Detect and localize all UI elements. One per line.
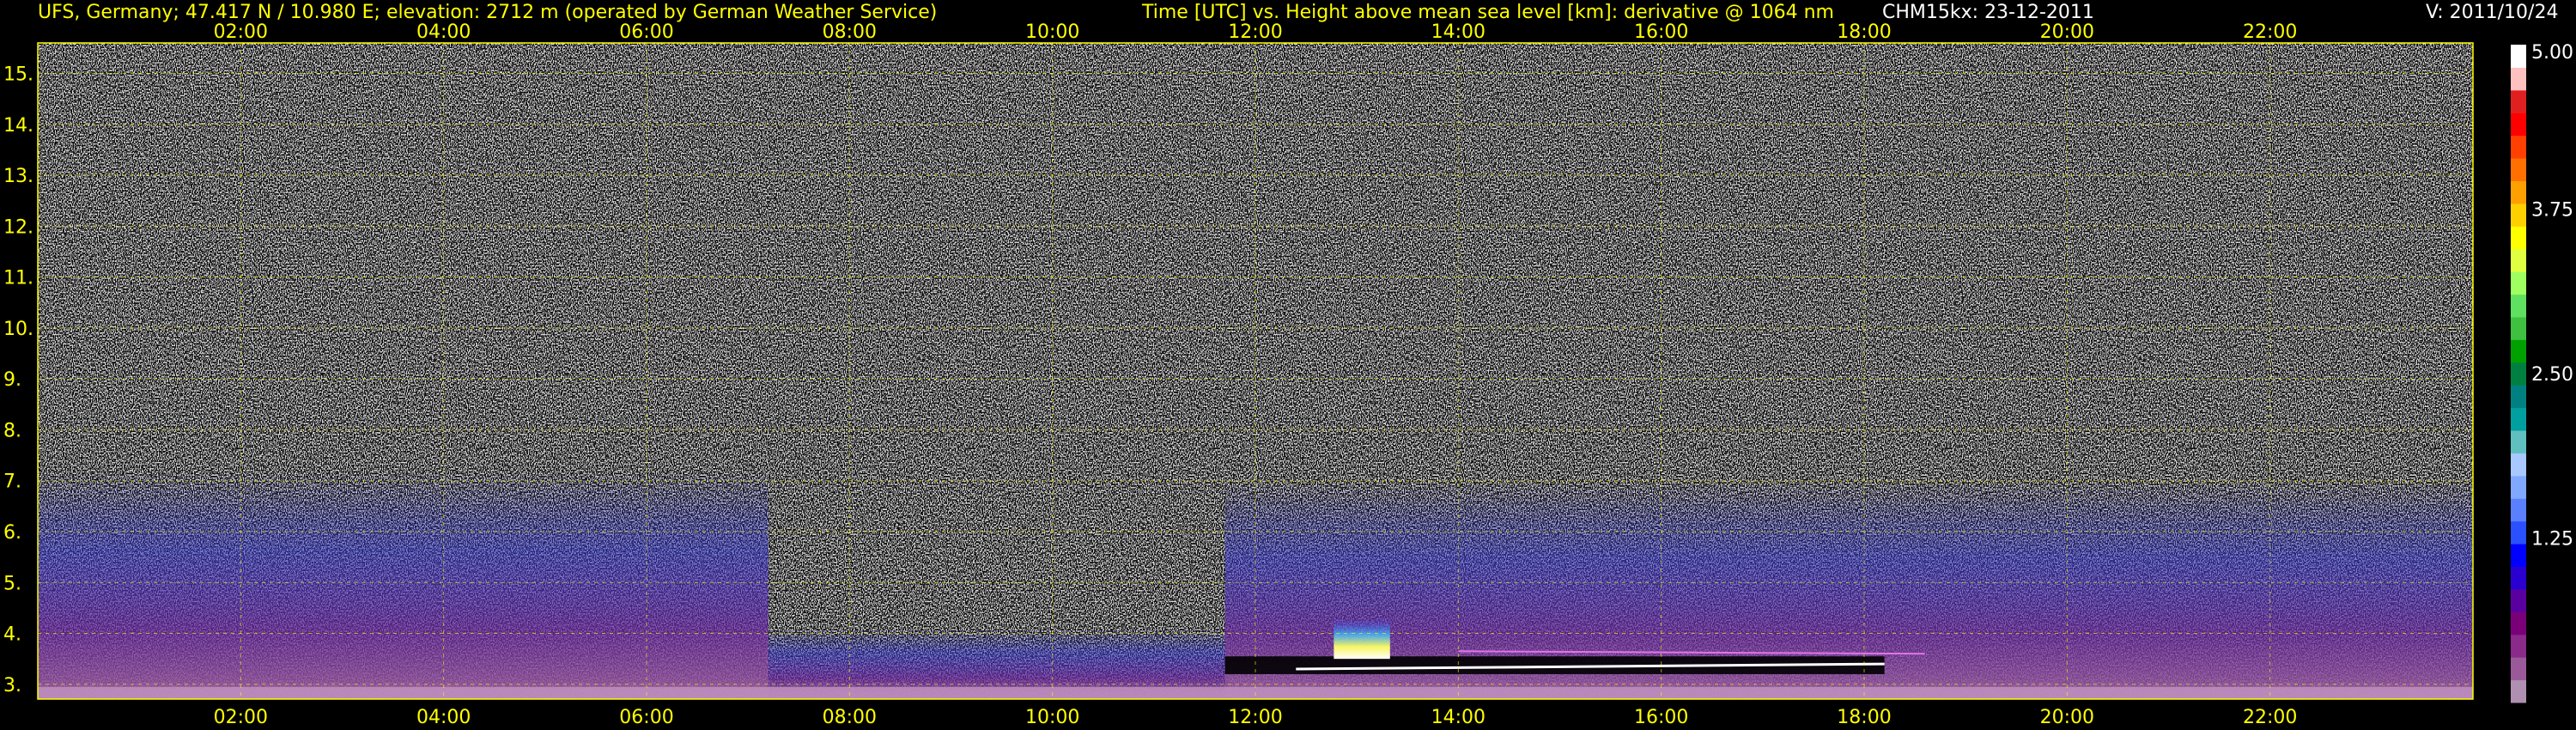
y-tick-label: 7.	[3, 471, 21, 493]
colorbar-segment	[2511, 339, 2526, 363]
x-tick-label-top: 10:00	[1025, 21, 1079, 43]
bright-core	[1334, 617, 1390, 660]
colorbar-segment	[2511, 113, 2526, 137]
y-tick-label: 5.	[3, 573, 21, 594]
colorbar-segment	[2511, 520, 2526, 544]
y-tick-label: 8.	[3, 420, 21, 441]
x-axis-top: 02:00 04:00 06:00 08:00 10:00 12:00 14:00 16:00…	[214, 21, 2298, 43]
x-tick-label-bottom: 14:00	[1431, 707, 1485, 728]
x-tick-label-top: 08:00	[823, 21, 877, 43]
y-tick-label: 14.	[3, 115, 33, 137]
colorbar-segment	[2511, 475, 2526, 499]
x-tick-label-bottom: 06:00	[619, 707, 673, 728]
header-description: Time [UTC] vs. Height above mean sea lev…	[1141, 2, 1834, 23]
x-tick-label-top: 12:00	[1228, 21, 1282, 43]
y-tick-label: 13.	[3, 166, 33, 187]
x-tick-label-bottom: 08:00	[823, 707, 877, 728]
x-tick-label-bottom: 12:00	[1228, 707, 1282, 728]
x-tick-label-top: 02:00	[214, 21, 268, 43]
x-tick-label-bottom: 18:00	[1837, 707, 1891, 728]
colorbar-segment	[2511, 679, 2526, 703]
x-tick-label-bottom: 16:00	[1634, 707, 1688, 728]
y-axis: 3. 4. 5. 6. 7. 8. 9. 10. 11. 12. 13. 14. 15.	[3, 64, 33, 697]
x-tick-label-top: 14:00	[1431, 21, 1485, 43]
colorbar-segment	[2511, 180, 2526, 204]
x-tick-label-top: 06:00	[619, 21, 673, 43]
ceilometer-chart: UFS, Germany; 47.417 N / 10.980 E; eleva…	[3, 2, 2573, 728]
y-tick-label: 11.	[3, 268, 33, 289]
colorbar-segment	[2511, 67, 2526, 91]
colorbar-segment	[2511, 407, 2526, 431]
header-station: UFS, Germany; 47.417 N / 10.980 E; eleva…	[38, 2, 937, 23]
colorbar-segment	[2511, 89, 2526, 113]
plot-area	[38, 43, 2473, 699]
x-tick-label-top: 18:00	[1837, 21, 1891, 43]
colorbar-segment	[2511, 498, 2526, 522]
colorbar-tick-label: 1.25	[2531, 529, 2573, 551]
colorbar-tick-label: 5.00	[2531, 42, 2573, 64]
x-tick-label-bottom: 20:00	[2040, 707, 2094, 728]
colorbar-segment	[2511, 135, 2526, 159]
colorbar-segment	[2511, 316, 2526, 340]
colorbar-segment	[2511, 45, 2526, 68]
colorbar-segment	[2511, 588, 2526, 612]
x-axis-bottom: 02:00 04:00 06:00 08:00 10:00 12:00 14:00 16:00…	[214, 707, 2298, 728]
colorbar-segment	[2511, 385, 2526, 409]
colorbar-segment	[2511, 362, 2526, 386]
colorbar-segment	[2511, 248, 2526, 272]
x-tick-label-bottom: 10:00	[1025, 707, 1079, 728]
colorbar-segment	[2511, 294, 2526, 318]
colorbar-tick-label: 2.50	[2531, 364, 2573, 386]
colorbar-segment	[2511, 634, 2526, 658]
y-tick-label: 4.	[3, 624, 21, 646]
colorbar-segment	[2511, 566, 2526, 590]
y-tick-label: 10.	[3, 319, 33, 340]
x-tick-label-bottom: 04:00	[416, 707, 471, 728]
colorbar-tick-label: 3.75	[2531, 200, 2573, 222]
x-tick-label-top: 22:00	[2243, 21, 2297, 43]
colorbar-segment	[2511, 158, 2526, 181]
x-tick-label-bottom: 02:00	[214, 707, 268, 728]
x-tick-label-top: 16:00	[1634, 21, 1688, 43]
colorbar: 5.00 3.75 2.50 1.25	[2511, 42, 2573, 703]
y-tick-label: 3.	[3, 675, 21, 697]
colorbar-segment	[2511, 271, 2526, 295]
colorbar-segment	[2511, 657, 2526, 681]
aerosol-band-early	[38, 470, 769, 699]
colorbar-segment	[2511, 611, 2526, 636]
x-tick-label-top: 20:00	[2040, 21, 2094, 43]
y-tick-label: 15.	[3, 64, 33, 86]
colorbar-segment	[2511, 544, 2526, 568]
colorbar-segment	[2511, 453, 2526, 477]
header-version: V: 2011/10/24	[2426, 2, 2558, 23]
header-instrument: CHM15kx: 23-12-2011	[1882, 2, 2094, 23]
y-tick-label: 12.	[3, 216, 33, 238]
x-tick-label-top: 04:00	[416, 21, 471, 43]
y-tick-label: 9.	[3, 369, 21, 391]
colorbar-segment	[2511, 430, 2526, 453]
colorbar-segment	[2511, 226, 2526, 250]
colorbar-segment	[2511, 203, 2526, 227]
x-tick-label-bottom: 22:00	[2243, 707, 2297, 728]
y-tick-label: 6.	[3, 522, 21, 544]
